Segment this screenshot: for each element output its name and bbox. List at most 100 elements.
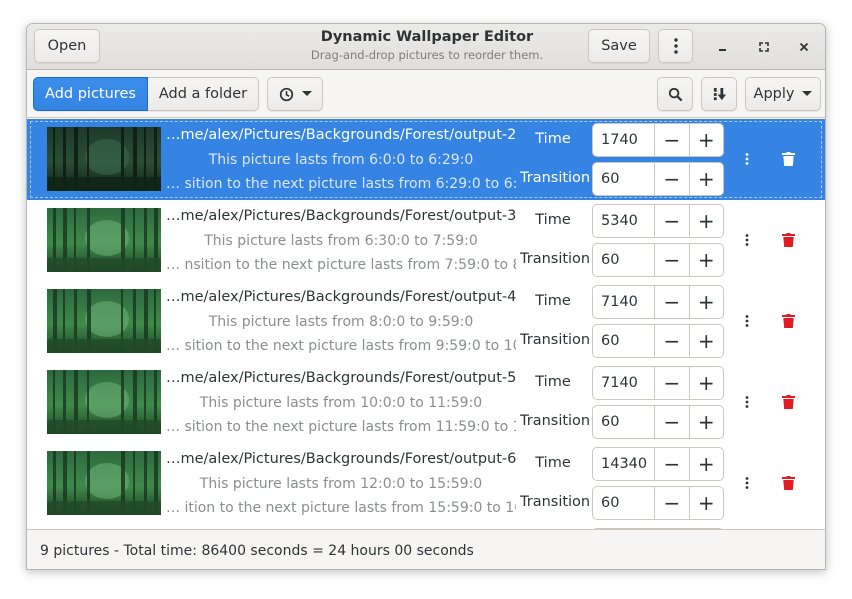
transition-value[interactable]: 60 [593, 244, 654, 276]
maximize-button[interactable] [754, 38, 774, 56]
search-button[interactable] [657, 77, 693, 111]
time-decrement-button[interactable]: − [654, 124, 688, 156]
transition-increment-button[interactable]: + [688, 487, 723, 519]
transition-spinbutton[interactable]: 60− + [592, 324, 724, 358]
transition-increment-button[interactable]: + [688, 325, 723, 357]
delete-button[interactable] [779, 230, 797, 250]
delete-button[interactable] [779, 392, 797, 412]
clock-icon [279, 87, 293, 101]
trash-icon [781, 152, 795, 166]
chevron-down-icon [802, 91, 813, 96]
pictures-list[interactable]: …me/alex/Pictures/Backgrounds/Forest/out… [27, 119, 825, 529]
delete-button[interactable] [779, 149, 797, 169]
status-bar: 9 pictures - Total time: 86400 seconds =… [27, 529, 825, 569]
minimize-icon [719, 49, 726, 51]
delete-button[interactable] [779, 311, 797, 331]
picture-transition-text: … sition to the next picture lasts from … [166, 338, 516, 354]
vertical-dots-icon [745, 315, 749, 327]
time-value[interactable]: 7140 [593, 286, 654, 318]
time-decrement-button[interactable]: − [654, 448, 688, 480]
minimize-button[interactable] [713, 38, 733, 56]
picture-thumbnail [47, 289, 161, 353]
transition-value[interactable]: 60 [593, 163, 654, 195]
transition-decrement-button[interactable]: − [654, 406, 688, 438]
row-menu-button[interactable] [736, 149, 758, 169]
picture-row[interactable]: …me/alex/Pictures/Backgrounds/Forest/out… [27, 443, 825, 524]
time-label: Time [535, 293, 571, 309]
time-increment-button[interactable]: + [688, 205, 723, 237]
transition-value[interactable]: 60 [593, 406, 654, 438]
picture-transition-text: … nsition to the next picture lasts from… [166, 257, 516, 273]
picture-row[interactable]: …me/alex/Pictures/Backgrounds/Forest/out… [27, 200, 825, 281]
transition-decrement-button[interactable]: − [654, 325, 688, 357]
row-menu-button[interactable] [736, 311, 758, 331]
transition-decrement-button[interactable]: − [654, 163, 688, 195]
picture-path: …me/alex/Pictures/Backgrounds/Forest/out… [166, 208, 516, 224]
time-label: Time [535, 455, 571, 471]
transition-label: Transition [520, 170, 591, 186]
delete-button[interactable] [779, 473, 797, 493]
transition-spinbutton[interactable]: 60− + [592, 162, 724, 196]
transition-label: Transition [520, 332, 591, 348]
time-value[interactable]: 5340 [593, 205, 654, 237]
time-increment-button[interactable]: + [688, 286, 723, 318]
search-icon [668, 87, 682, 101]
time-increment-button[interactable]: + [688, 367, 723, 399]
transition-spinbutton[interactable]: 60− + [592, 405, 724, 439]
picture-duration-text: This picture lasts from 6:0:0 to 6:29:0 [208, 152, 474, 168]
transition-decrement-button[interactable]: − [654, 487, 688, 519]
time-increment-button[interactable]: + [688, 124, 723, 156]
time-spinbutton[interactable]: 7140− + [592, 285, 724, 319]
sort-button[interactable] [701, 77, 737, 111]
picture-thumbnail [47, 208, 161, 272]
picture-row[interactable]: …me/alex/Pictures/Backgrounds/Forest/out… [27, 119, 825, 200]
transition-increment-button[interactable]: + [688, 163, 723, 195]
transition-value[interactable]: 60 [593, 487, 654, 519]
add-pictures-button[interactable]: Add pictures [33, 77, 148, 111]
picture-transition-text: … sition to the next picture lasts from … [166, 419, 516, 435]
time-decrement-button[interactable]: − [654, 205, 688, 237]
time-label: Time [535, 374, 571, 390]
row-menu-button[interactable] [736, 392, 758, 412]
vertical-dots-icon [745, 396, 749, 408]
history-menu-button[interactable] [267, 77, 323, 111]
transition-label: Transition [520, 413, 591, 429]
picture-transition-text: … ition to the next picture lasts from 1… [166, 500, 516, 516]
time-decrement-button[interactable]: − [654, 367, 688, 399]
time-spinbutton[interactable]: 7140− + [592, 366, 724, 400]
save-button[interactable]: Save [588, 29, 650, 63]
time-decrement-button[interactable]: − [654, 286, 688, 318]
add-folder-button[interactable]: Add a folder [148, 77, 259, 111]
row-menu-button[interactable] [736, 230, 758, 250]
transition-increment-button[interactable]: + [688, 406, 723, 438]
trash-icon [781, 314, 795, 328]
time-spinbutton[interactable]: 1740− + [592, 123, 724, 157]
transition-spinbutton[interactable]: 60− + [592, 243, 724, 277]
picture-duration-text: This picture lasts from 8:0:0 to 9:59:0 [208, 314, 474, 330]
time-value[interactable]: 1740 [593, 124, 654, 156]
transition-value[interactable]: 60 [593, 325, 654, 357]
toolbar: Add pictures Add a folder Apply [27, 70, 825, 118]
maximize-icon [759, 42, 769, 52]
picture-path: …me/alex/Pictures/Backgrounds/Forest/out… [166, 127, 516, 143]
time-value[interactable]: 14340 [593, 448, 654, 480]
row-menu-button[interactable] [736, 473, 758, 493]
time-increment-button[interactable]: + [688, 448, 723, 480]
open-button[interactable]: Open [34, 29, 100, 63]
picture-duration-text: This picture lasts from 6:30:0 to 7:59:0 [204, 233, 478, 249]
time-spinbutton[interactable]: 5340− + [592, 204, 724, 238]
transition-increment-button[interactable]: + [688, 244, 723, 276]
transition-spinbutton[interactable]: 60− + [592, 486, 724, 520]
status-summary: 9 pictures - Total time: 86400 seconds =… [40, 543, 474, 559]
time-value[interactable]: 7140 [593, 367, 654, 399]
transition-decrement-button[interactable]: − [654, 244, 688, 276]
picture-path: …me/alex/Pictures/Backgrounds/Forest/out… [166, 451, 516, 467]
main-menu-button[interactable] [658, 29, 693, 63]
apply-menu-button[interactable]: Apply [745, 77, 821, 111]
picture-row[interactable]: …me/alex/Pictures/Backgrounds/Forest/out… [27, 362, 825, 443]
picture-row[interactable]: …me/alex/Pictures/Backgrounds/Forest/out… [27, 281, 825, 362]
close-button[interactable] [794, 38, 814, 56]
time-spinbutton[interactable]: 14340− + [592, 447, 724, 481]
vertical-dots-icon [745, 234, 749, 246]
app-window: Open Dynamic Wallpaper Editor Drag-and-d… [26, 23, 826, 570]
